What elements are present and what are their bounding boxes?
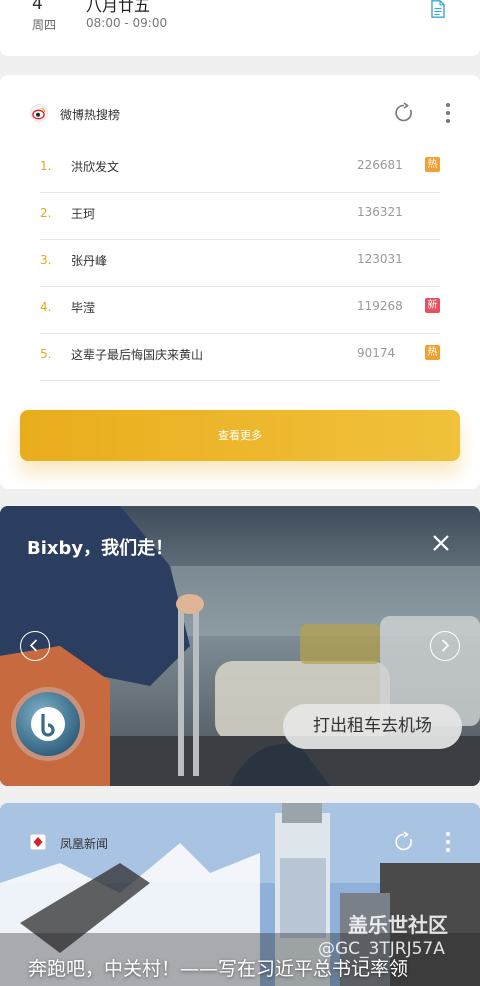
close-icon[interactable] [429, 531, 453, 555]
ifeng-news-logo [30, 834, 46, 850]
news-headline[interactable]: 奔跑吧，中关村！——写在习近平总书记率领 [28, 955, 468, 983]
refresh-icon[interactable] [393, 102, 415, 124]
hot-search-item[interactable]: 4. 毕滢 119268 新 [40, 286, 440, 334]
topic-count: 226681 [357, 158, 403, 172]
rank-number: 2. [40, 206, 52, 220]
more-options-icon[interactable] [445, 831, 451, 853]
hot-badge: 热 [425, 157, 440, 172]
hot-search-item[interactable]: 3. 张丹峰 123031 [40, 239, 440, 287]
bixby-logo[interactable] [10, 686, 86, 762]
hot-search-item[interactable]: 1. 洪欣发文 226681 热 [40, 145, 440, 193]
rank-number: 3. [40, 253, 52, 267]
rank-number: 5. [40, 347, 52, 361]
calendar-event-time: 08:00 - 09:00 [86, 16, 168, 30]
calendar-weekday: 周四 [32, 18, 57, 32]
chevron-right-icon[interactable] [430, 631, 460, 661]
news-card[interactable]: 凤凰新闻 盖乐世社区 @GC_3TJRJ57A 奔跑吧，中关村！——写在习近平总… [0, 803, 480, 986]
topic-count: 90174 [357, 346, 396, 360]
news-source: 凤凰新闻 [60, 837, 109, 851]
topic-name: 王珂 [71, 207, 96, 221]
hot-search-item[interactable]: 2. 王珂 136321 [40, 192, 440, 240]
topic-count: 123031 [357, 252, 403, 266]
chevron-left-icon[interactable] [20, 631, 50, 661]
calendar-day: 4 [32, 0, 43, 14]
weibo-hot-search-card: 微博热搜榜 1. 洪欣发文 226681 热 2. 王珂 136321 3. 张… [0, 75, 480, 489]
new-badge: 新 [425, 298, 440, 313]
watermark-text: 盖乐世社区 [348, 913, 448, 937]
bixby-title: Bixby，我们走！ [27, 538, 174, 559]
topic-name: 张丹峰 [71, 254, 108, 268]
hot-search-item[interactable]: 5. 这辈子最后悔国庆来黄山 90174 热 [40, 333, 440, 381]
topic-count: 136321 [357, 205, 403, 219]
card-title: 微博热搜榜 [60, 108, 121, 122]
topic-name: 洪欣发文 [71, 160, 120, 174]
topic-count: 119268 [357, 299, 403, 313]
suggestion-button[interactable]: 打出租车去机场 [283, 704, 462, 749]
view-more-button[interactable]: 查看更多 [20, 410, 460, 461]
more-options-icon[interactable] [445, 102, 451, 124]
bixby-card[interactable]: Bixby，我们走！ 打出租车去机场 [0, 506, 480, 786]
calendar-event-title: 八月廿五 [86, 0, 151, 15]
refresh-icon[interactable] [393, 831, 415, 853]
rank-number: 4. [40, 300, 52, 314]
weibo-logo [30, 104, 48, 122]
rank-number: 1. [40, 159, 52, 173]
topic-name: 这辈子最后悔国庆来黄山 [71, 348, 204, 362]
document-icon[interactable] [429, 0, 447, 18]
calendar-card[interactable]: 4 周四 八月廿五 08:00 - 09:00 [0, 0, 480, 56]
hot-badge: 热 [425, 345, 440, 360]
topic-name: 毕滢 [71, 301, 96, 315]
